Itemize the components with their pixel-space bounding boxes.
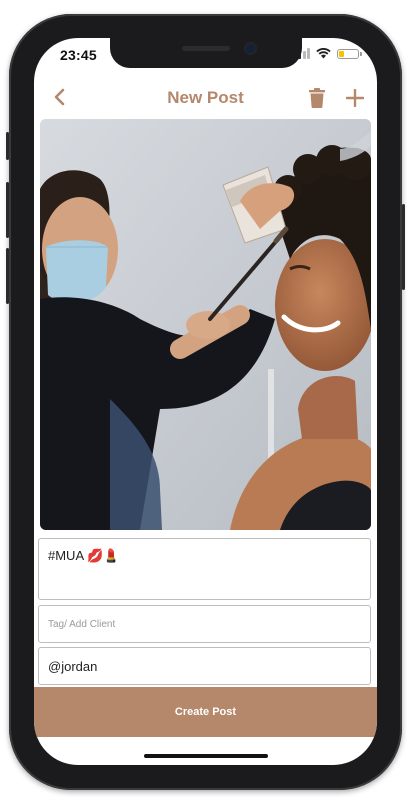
volume-down-button <box>6 248 9 304</box>
caption-input[interactable]: #MUA 💋💄 <box>38 538 371 600</box>
delete-button[interactable] <box>305 85 329 111</box>
volume-up-button <box>6 182 9 238</box>
front-camera <box>246 44 255 53</box>
battery-level <box>339 50 344 57</box>
create-post-label: Create Post <box>174 706 237 718</box>
mute-switch <box>6 132 9 160</box>
speaker-grille <box>182 46 230 51</box>
power-button <box>402 204 405 290</box>
notch <box>110 38 302 68</box>
client-input[interactable]: @jordan <box>38 647 371 685</box>
status-time: 23:45 <box>60 47 97 63</box>
post-photo[interactable] <box>40 119 371 530</box>
status-icons <box>293 48 362 59</box>
wifi-icon <box>316 48 331 59</box>
home-indicator <box>144 754 268 758</box>
battery-icon <box>337 48 362 59</box>
trash-icon <box>309 88 325 108</box>
add-button[interactable] <box>341 84 369 112</box>
plus-icon <box>346 89 364 107</box>
nav-bar: New Post <box>34 80 377 116</box>
tag-client-input[interactable]: Tag/ Add Client <box>38 605 371 643</box>
app-screen: 23:45 New Post #MUA 💋💄 Tag/ Add Client @… <box>34 38 377 765</box>
makeup-artist-photo <box>40 119 371 530</box>
create-post-button[interactable]: Create Post <box>34 687 377 737</box>
